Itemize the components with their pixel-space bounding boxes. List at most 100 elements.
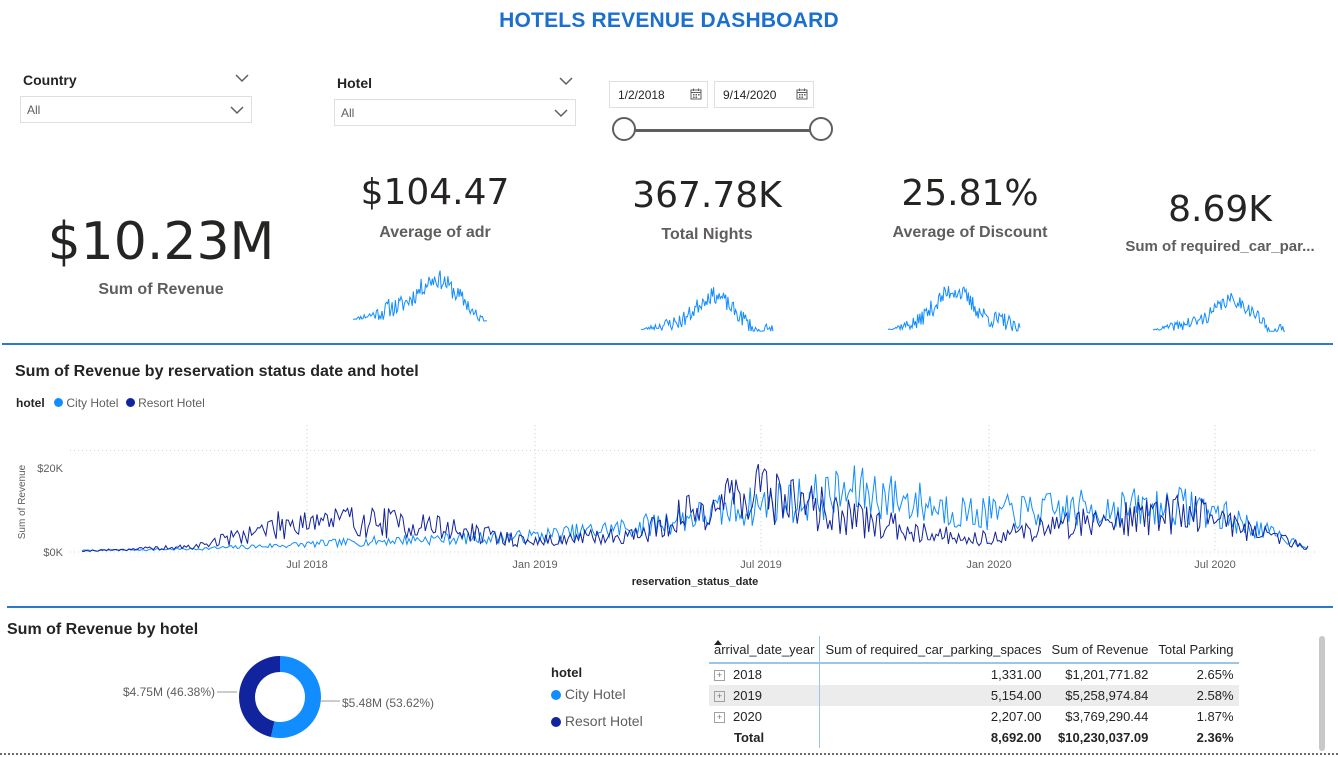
matrix-header-row: arrival_date_year Sum of required_car_pa… [709, 636, 1239, 664]
matrix-header-total-parking-label: Total Parking [1158, 641, 1234, 657]
table-row[interactable]: +2019 5,154.00 $5,258,974.84 2.58% [709, 685, 1239, 706]
date-slider-end-handle[interactable] [809, 117, 833, 141]
donut-chart-title: Sum of Revenue by hotel [7, 621, 199, 638]
date-slider-start-handle[interactable] [612, 117, 636, 141]
line-series-city-hotel[interactable] [81, 465, 1309, 552]
kpi-adr-value: $104.47 [360, 172, 510, 213]
year-value: 2020 [733, 709, 762, 724]
revenue-matrix: arrival_date_year Sum of required_car_pa… [709, 636, 1239, 748]
matrix-header-revenue[interactable]: Sum of Revenue [1046, 636, 1154, 664]
expand-icon[interactable]: + [714, 670, 725, 682]
table-cell-total-parking: 2.58% [1153, 685, 1239, 706]
country-dropdown-value: All [27, 103, 41, 117]
donut-legend-resort-label: Resort Hotel [564, 713, 643, 729]
chevron-down-icon [230, 106, 244, 115]
x-tick-jul-2019: Jul 2019 [740, 559, 782, 571]
sparkline-parking [1152, 292, 1285, 334]
legend-city-hotel[interactable]: City Hotel [66, 396, 118, 410]
table-cell-year: +2018 [709, 663, 821, 685]
table-row[interactable]: +2020 2,207.00 $3,769,290.44 1.87% [709, 706, 1239, 727]
hotel-dropdown-value: All [341, 106, 355, 120]
date-slider-track[interactable] [625, 129, 821, 132]
calendar-icon[interactable] [796, 88, 808, 100]
table-cell-parking: 2,207.00 [990, 709, 1042, 724]
line-chart[interactable]: Sum of Revenue $20K $0K Jul 2018 Jan 201… [0, 415, 1330, 595]
donut-label-resort: $4.75M (46.38%) [123, 685, 215, 699]
donut-legend-resort-dot [551, 717, 561, 728]
table-cell-year: +2019 [709, 685, 821, 706]
line-series-resort-hotel[interactable] [81, 463, 1309, 553]
sparkline-nights [640, 287, 774, 333]
donut-label-city: $5.48M (53.62%) [342, 696, 434, 710]
country-dropdown[interactable]: All [20, 96, 252, 123]
hotel-dropdown[interactable]: All [334, 99, 576, 126]
sort-ascending-icon[interactable] [714, 640, 722, 645]
donut-legend-city-label: City Hotel [564, 686, 626, 702]
sparkline-adr [352, 270, 487, 323]
donut-chart[interactable]: $4.75M (46.38%) $5.48M (53.62%) [110, 645, 550, 755]
x-tick-jan-2019: Jan 2019 [512, 559, 557, 571]
matrix-header-year-label: arrival_date_year [714, 641, 815, 657]
matrix-scrollbar[interactable] [1319, 636, 1325, 751]
kpi-adr-label: Average of adr [379, 224, 491, 241]
end-date-input[interactable]: 9/14/2020 [714, 81, 814, 108]
table-row[interactable]: +2018 1,331.00 $1,201,771.82 2.65% [709, 663, 1239, 685]
x-axis-label: reservation_status_date [632, 576, 759, 588]
divider-top [2, 343, 1333, 345]
legend-title: hotel [16, 396, 45, 410]
sparkline-discount-path [887, 286, 1021, 332]
x-tick-jul-2018: Jul 2018 [286, 559, 328, 571]
expand-icon[interactable]: + [714, 691, 725, 703]
kpi-nights-value: 367.78K [632, 175, 782, 216]
matrix-header-total-parking[interactable]: Total Parking [1153, 636, 1239, 664]
x-tick-jan-2020: Jan 2020 [966, 559, 1011, 571]
line-chart-legend: hotel City Hotel Resort Hotel [16, 396, 205, 410]
y-tick-0k: $0K [43, 547, 63, 559]
table-cell-total-parking: 1.87% [1196, 709, 1234, 724]
kpi-nights-label: Total Nights [661, 226, 753, 243]
calendar-icon[interactable] [690, 88, 702, 100]
line-chart-title: Sum of Revenue by reservation status dat… [15, 363, 419, 380]
table-cell-revenue: $5,258,974.84 [1046, 685, 1154, 706]
y-axis-label: Sum of Revenue [17, 464, 28, 539]
country-slicer-label: Country [23, 72, 77, 88]
kpi-parking-label: Sum of required_car_par... [1125, 238, 1315, 255]
divider-middle [7, 606, 1333, 608]
donut-legend-city-dot [551, 690, 561, 701]
chevron-down-icon[interactable] [234, 73, 250, 83]
year-value: 2018 [733, 667, 762, 682]
donut-legend-resort[interactable]: Resort Hotel [551, 713, 643, 729]
table-cell-parking: 1,331.00 [990, 667, 1042, 682]
table-total-label: Total [709, 727, 821, 748]
y-tick-20k: $20K [37, 463, 63, 475]
hotel-slicer-label: Hotel [337, 75, 372, 91]
table-total-revenue: $10,230,037.09 [1058, 730, 1149, 745]
table-total-row: Total 8,692.00 $10,230,037.09 2.36% [709, 727, 1239, 748]
table-cell-revenue: $3,769,290.44 [1065, 709, 1149, 724]
donut-legend-city[interactable]: City Hotel [551, 686, 626, 702]
table-cell-revenue: $1,201,771.82 [1065, 667, 1149, 682]
legend-resort-dot [125, 398, 135, 407]
table-total-parking: 8,692.00 [990, 730, 1042, 745]
start-date-input[interactable]: 1/2/2018 [609, 81, 708, 108]
chevron-down-icon [554, 109, 568, 118]
table-cell-year: +2020 [709, 706, 821, 727]
kpi-parking-value: 8.69K [1168, 189, 1272, 230]
x-tick-jul-2020: Jul 2020 [1194, 559, 1236, 571]
end-date-value: 9/14/2020 [723, 88, 777, 102]
expand-icon[interactable]: + [714, 712, 725, 724]
sparkline-discount [887, 286, 1021, 332]
donut-legend-title: hotel [551, 665, 583, 680]
start-date-value: 1/2/2018 [618, 88, 665, 102]
kpi-revenue-label: Sum of Revenue [98, 281, 224, 298]
chevron-down-icon[interactable] [558, 76, 574, 86]
sparkline-adr-path [352, 270, 487, 323]
matrix-header-revenue-label: Sum of Revenue [1051, 641, 1149, 657]
matrix-header-year[interactable]: arrival_date_year [709, 636, 821, 664]
legend-resort-hotel[interactable]: Resort Hotel [138, 396, 205, 410]
line-chart-gridlines [70, 425, 1318, 553]
matrix-header-parking[interactable]: Sum of required_car_parking_spaces [819, 636, 1047, 664]
kpi-discount-value: 25.81% [901, 173, 1039, 214]
table-cell-parking: 5,154.00 [819, 685, 1047, 706]
table-total-total-parking: 2.36% [1196, 730, 1234, 745]
